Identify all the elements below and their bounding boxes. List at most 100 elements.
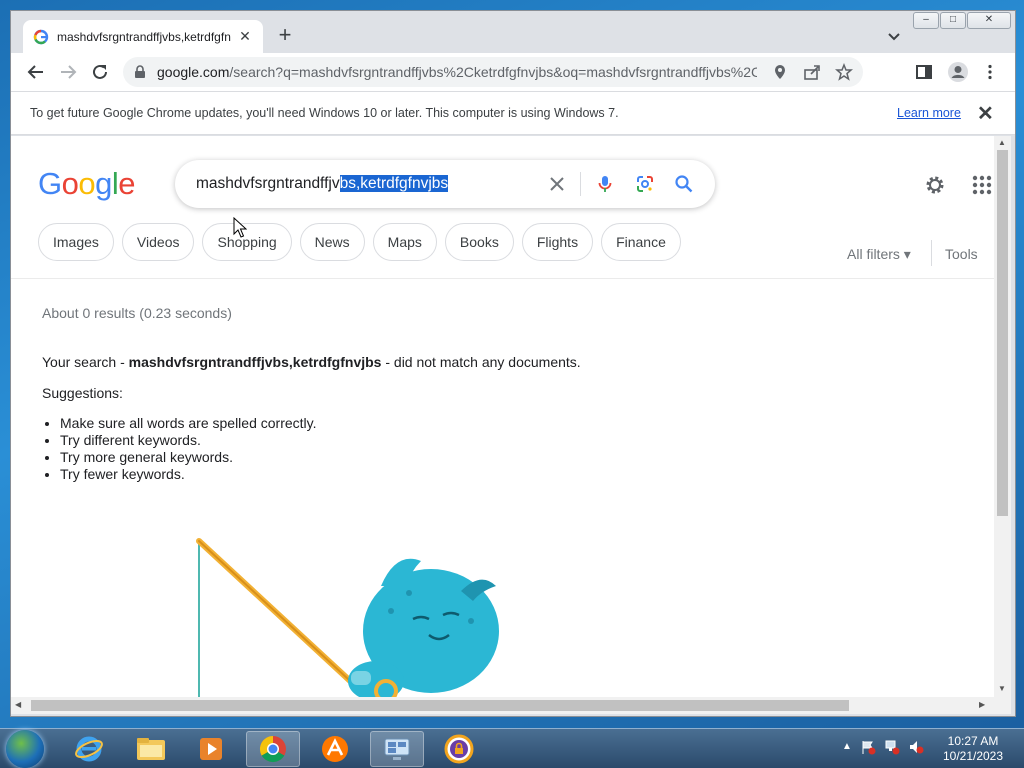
search-results-page: Google mashdvfsrgntrandffjvbs,ketrdfgfnv… (11, 136, 994, 697)
url-host: google.com (157, 64, 230, 80)
start-button[interactable] (6, 730, 44, 768)
suggestion-item: Try different keywords. (60, 432, 317, 449)
suggestion-item: Make sure all words are spelled correctl… (60, 415, 317, 432)
taskbar-avast[interactable] (308, 731, 362, 767)
chip-videos[interactable]: Videos (121, 223, 195, 261)
vertical-scroll-thumb[interactable] (997, 150, 1008, 516)
taskbar-file-explorer[interactable] (124, 731, 178, 767)
tools-button[interactable]: Tools (945, 246, 978, 262)
avast-icon (322, 736, 348, 762)
query-selected-text: bs,ketrdfgfnvjbs (339, 175, 449, 192)
infobar-close-icon[interactable]: ✕ (977, 101, 994, 126)
maximize-button[interactable]: □ (940, 12, 966, 29)
search-submit-icon[interactable] (674, 174, 694, 194)
scroll-right-arrow-icon[interactable]: ▶ (979, 700, 985, 709)
reload-icon (93, 64, 107, 79)
browser-window: mashdvfsrgntrandffjvbs,ketrdfgfnvjbs - G… (10, 10, 1016, 717)
suggestions-heading: Suggestions: (42, 385, 123, 401)
chip-news[interactable]: News (299, 223, 365, 261)
logo-letter-g: G (38, 166, 62, 201)
forward-arrow-icon (61, 65, 77, 79)
lens-search-icon[interactable] (635, 174, 655, 194)
location-pin-icon[interactable] (771, 63, 789, 81)
chip-finance[interactable]: Finance (601, 223, 681, 261)
logo-letter-g2: g (95, 166, 112, 201)
fishing-monster-illustration (196, 538, 499, 697)
tab-search-chevron-icon[interactable] (885, 27, 903, 45)
taskbar-remote-desktop[interactable] (370, 731, 424, 767)
tab-close-icon[interactable]: ✕ (237, 28, 253, 45)
tab-title: mashdvfsrgntrandffjvbs,ketrdfgfnvjbs - G… (57, 29, 231, 44)
voice-search-icon[interactable] (595, 174, 615, 194)
remote-desktop-icon (384, 738, 410, 760)
taskbar-media-player[interactable] (184, 731, 238, 767)
back-button[interactable] (25, 61, 47, 83)
tab-strip: mashdvfsrgntrandffjvbs,ketrdfgfnvjbs - G… (11, 11, 1015, 53)
horizontal-scroll-thumb[interactable] (31, 700, 849, 711)
chip-flights[interactable]: Flights (521, 223, 594, 261)
browser-toolbar: google.com/search?q=mashdvfsrgntrandffjv… (11, 53, 1015, 91)
suggestions-list: Make sure all words are spelled correctl… (60, 415, 317, 483)
scroll-up-arrow-icon[interactable]: ▲ (998, 138, 1006, 147)
address-bar[interactable]: google.com/search?q=mashdvfsrgntrandffjv… (123, 57, 863, 87)
forward-button[interactable] (57, 61, 79, 83)
taskbar-internet-explorer[interactable] (62, 731, 116, 767)
google-logo[interactable]: Google (38, 166, 136, 202)
profile-avatar-icon[interactable] (947, 61, 969, 83)
vertical-scrollbar[interactable]: ▲ ▼ (994, 136, 1011, 697)
tab-active[interactable]: mashdvfsrgntrandffjvbs,ketrdfgfnvjbs - G… (23, 20, 263, 53)
scroll-down-arrow-icon[interactable]: ▼ (998, 684, 1006, 693)
windows-taskbar: ▲ 10:27 AM 10/21/2023 (0, 728, 1024, 768)
back-arrow-icon (27, 65, 43, 79)
suggestion-item: Try fewer keywords. (60, 466, 317, 483)
clear-search-icon[interactable] (547, 174, 567, 194)
google-apps-grid-icon[interactable] (971, 174, 993, 196)
bookmark-star-icon[interactable] (835, 63, 853, 81)
window-close-button[interactable]: ✕ (967, 12, 1011, 29)
lock-icon[interactable] (133, 65, 147, 79)
tools-divider (931, 240, 932, 266)
no-match-suffix: - did not match any documents. (381, 354, 581, 370)
no-match-prefix: Your search - (42, 354, 129, 370)
clock-date: 10/21/2023 (942, 749, 1004, 763)
taskbar-security-app[interactable] (432, 731, 486, 767)
query-unselected-text: mashdvfsrgntrandffjv (196, 175, 340, 192)
horizontal-scrollbar[interactable]: ◀ ▶ (11, 697, 1011, 714)
learn-more-link[interactable]: Learn more (897, 106, 961, 120)
search-divider (580, 172, 581, 196)
no-match-query: mashdvfsrgntrandffjvbs,ketrdfgfnvjbs (128, 354, 382, 370)
volume-muted-icon[interactable] (908, 739, 924, 755)
search-box[interactable]: mashdvfsrgntrandffjvbs,ketrdfgfnvjbs (175, 160, 715, 208)
chip-books[interactable]: Books (444, 223, 514, 261)
search-type-chips: Images Videos Shopping News Maps Books F… (38, 223, 689, 261)
settings-gear-icon[interactable] (924, 174, 946, 196)
scroll-left-arrow-icon[interactable]: ◀ (15, 700, 21, 709)
minimize-button[interactable]: – (913, 12, 939, 29)
show-hidden-icons-icon[interactable]: ▲ (842, 739, 852, 755)
network-icon[interactable] (884, 739, 900, 755)
system-tray: ▲ (842, 739, 924, 755)
search-query[interactable]: mashdvfsrgntrandffjvbs,ketrdfgfnvjbs (196, 175, 449, 193)
update-infobar: To get future Google Chrome updates, you… (11, 91, 1015, 135)
folder-icon (137, 738, 165, 760)
lock-shield-icon (444, 734, 474, 764)
url-path: /search?q=mashdvfsrgntrandffjvbs%2Cketrd… (229, 64, 757, 80)
mouse-pointer-icon (233, 217, 247, 238)
logo-letter-e: e (118, 166, 136, 201)
taskbar-chrome[interactable] (246, 731, 300, 767)
chip-shopping[interactable]: Shopping (202, 223, 292, 261)
chrome-icon (259, 735, 286, 763)
action-center-flag-icon[interactable] (860, 739, 876, 755)
more-menu-icon[interactable] (981, 63, 999, 81)
chip-images[interactable]: Images (38, 223, 114, 261)
all-filters-button[interactable]: All filters ▾ (847, 246, 911, 263)
header-divider (11, 278, 994, 279)
url-text: google.com/search?q=mashdvfsrgntrandffjv… (157, 64, 757, 80)
chip-maps[interactable]: Maps (372, 223, 437, 261)
reload-button[interactable] (89, 61, 111, 83)
share-icon[interactable] (803, 63, 821, 81)
suggestion-item: Try more general keywords. (60, 449, 317, 466)
new-tab-button[interactable]: + (273, 24, 297, 48)
side-panel-icon[interactable] (915, 63, 933, 81)
system-clock[interactable]: 10:27 AM 10/21/2023 (940, 734, 1006, 764)
